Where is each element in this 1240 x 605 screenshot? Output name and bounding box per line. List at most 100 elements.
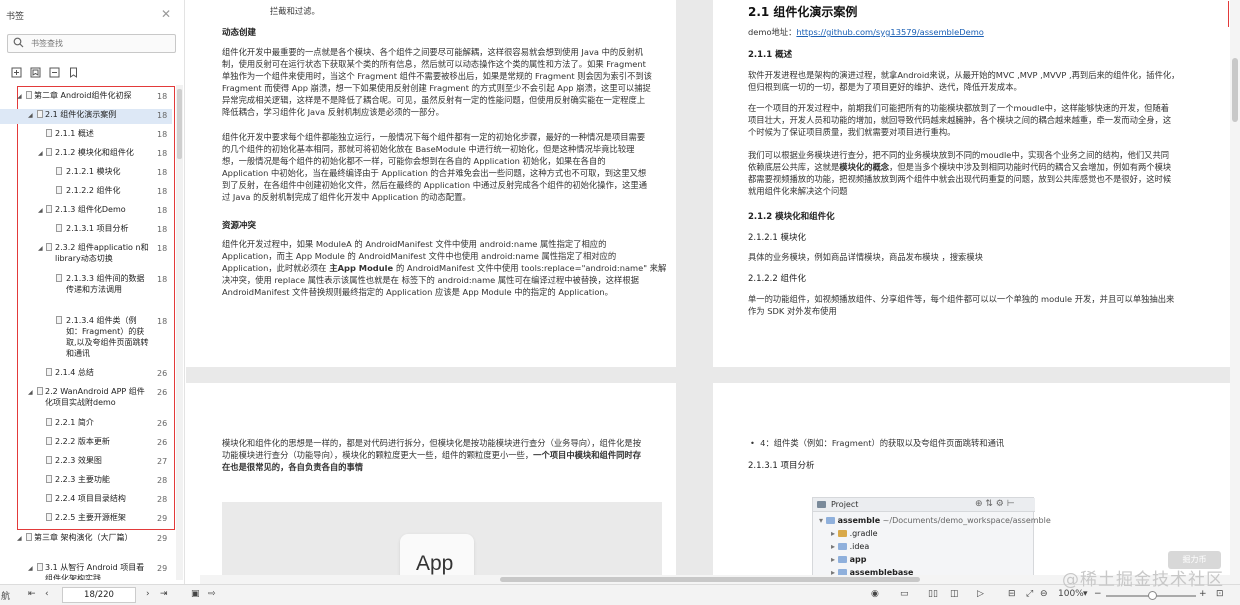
text-line: 作为 SDK 对外发布使用 <box>748 306 837 316</box>
toc-item[interactable]: 2.2.1 简介 26 <box>0 417 172 432</box>
text-line: 降低耦合，学习组件化 Java 反射机制应该是必须的一部分。 <box>222 107 444 117</box>
expand-toggle-icon[interactable]: ◢ <box>17 533 22 544</box>
text-line: AndroidManifest 文件替换规则最终指定的 Application … <box>222 287 613 297</box>
zoom-slider[interactable] <box>1106 591 1196 600</box>
text-line: 在也是很常见的，各自负责各自的事情 <box>222 462 364 472</box>
toc-item-label: 3.1 从智行 Android 项目看组件化架构实践 <box>45 563 145 580</box>
nav-label: 航 <box>1 592 11 602</box>
heading-2121: 2.1.2.1 模块化 <box>748 233 806 243</box>
text-line: 在一个项目的开发过程中，前期我们可能把所有的功能模块都放到了一个moudle中，… <box>748 103 1170 113</box>
demo-link[interactable]: https://github.com/syg13579/assembleDemo <box>796 27 983 37</box>
document-icon <box>56 224 62 232</box>
double-page-icon[interactable]: ▯▯ <box>928 589 938 599</box>
expand-toggle-icon[interactable]: ◢ <box>38 205 43 216</box>
play-icon[interactable]: ▷ <box>977 589 984 599</box>
expand-toggle-icon[interactable]: ◢ <box>28 563 33 574</box>
toc-item[interactable]: 2.1.3.4 组件类（例如：Fragment）的获取,以及夸组件页面跳转和通讯… <box>0 315 172 374</box>
toc-item[interactable]: ◢ 2.1 组件化演示案例 18 <box>0 109 172 124</box>
toc-item-label: 2.1.3.4 组件类（例如：Fragment）的获取,以及夸组件页面跳转和通讯 <box>66 316 149 358</box>
zoom-level[interactable]: 100% <box>1058 589 1084 599</box>
document-view[interactable]: 拦截和过滤。 动态创建 组件化开发中最重要的一点就是各个模块、各个组件之间要尽可… <box>186 0 1230 594</box>
expand-toggle-icon[interactable]: ◢ <box>17 91 22 102</box>
bookmark-sidebar: 书签 ✕ ◢第二章 Android组件化初探18◢2.1 组件化演示案例182.… <box>0 0 185 605</box>
expand-toggle-icon[interactable]: ◢ <box>28 387 33 398</box>
zoom-slider-handle[interactable] <box>1148 591 1157 600</box>
toc-item-page: 18 <box>157 244 168 253</box>
expand-toggle-icon[interactable]: ◢ <box>38 148 43 159</box>
toc-item[interactable]: ◢ 第三章 架构演化（大厂篇） 29 <box>0 532 172 547</box>
bookmark-icon[interactable] <box>68 63 79 78</box>
sidebar-scrollbar[interactable] <box>176 85 183 580</box>
fit-width-icon[interactable]: ⊡ <box>1216 589 1224 599</box>
next-page-icon[interactable]: › <box>146 589 150 599</box>
toc-item-page: 28 <box>157 495 168 504</box>
zoom-out-icon-2[interactable]: − <box>1094 589 1102 599</box>
single-page-icon[interactable]: ▭ <box>900 589 909 599</box>
zoom-dropdown-icon[interactable]: ▾ <box>1083 589 1088 599</box>
vertical-scrollbar[interactable] <box>1230 0 1240 584</box>
toc-item[interactable]: 2.2.3 效果图 27 <box>0 455 172 470</box>
section-title: 2.1 组件化演示案例 <box>748 5 858 19</box>
text-line: Fragment 而使得 App 崩溃，想一下如果使用反射创建 Fragment… <box>222 83 651 93</box>
toc-item-label: 2.1.2 模块化和组件化 <box>55 148 134 157</box>
fit-page-icon[interactable]: ▣ <box>191 589 200 599</box>
add-bookmark-icon[interactable] <box>30 63 41 78</box>
toc-item[interactable]: ◢ 3.1 从智行 Android 项目看组件化架构实践 29 <box>0 562 172 580</box>
status-bar: 航 ⇤ ‹ 18/220 › ⇥ ▣ ⇨ ◉ ▭ ▯▯ ◫ ▷ ⊟ ⤢ ⊖ 10… <box>0 584 1240 605</box>
expand-toggle-icon[interactable]: ◢ <box>38 243 43 254</box>
text-line: 但归根到底一切的一切，都是为了项目更好的维护、迭代，降低开发成本。 <box>748 82 1022 92</box>
toc-item-page: 18 <box>157 317 168 326</box>
zoom-in-icon[interactable]: + <box>1199 589 1207 599</box>
toc-item-page: 18 <box>157 275 168 284</box>
continuous-icon[interactable]: ⊟ <box>1008 589 1016 599</box>
pdf-reader-window: 书签 ✕ ◢第二章 Android组件化初探18◢2.1 组件化演示案例182.… <box>0 0 1240 605</box>
eye-protect-icon[interactable]: ◉ <box>871 589 879 599</box>
page-number-input[interactable]: 18/220 <box>62 587 136 603</box>
toc-item[interactable]: 2.2.2 版本更新 26 <box>0 436 172 451</box>
project-panel-header: Project ⊕ ⇅ ⚙ ⊢ <box>813 498 1035 512</box>
fullscreen-icon[interactable]: ⤢ <box>1026 589 1033 599</box>
toc-item[interactable]: ◢ 2.1.3 组件化Demo 18 <box>0 204 172 219</box>
project-icon <box>817 501 826 508</box>
toc-item-label: 2.1.2.2 组件化 <box>66 186 121 195</box>
toc-item-label: 2.1.4 总结 <box>55 368 94 377</box>
document-icon <box>46 418 52 426</box>
toc-item-page: 18 <box>157 168 168 177</box>
toc-item-label: 2.2.2 版本更新 <box>55 437 110 446</box>
toc-item[interactable]: ◢ 2.1.2 模块化和组件化 18 <box>0 147 172 162</box>
text-line: 想，一般情况是每个组件的初始化都不一样，可能你会想到在各自的 Applicati… <box>222 156 606 166</box>
toc-item[interactable]: 2.2.5 主要开源框架 29 <box>0 512 172 527</box>
toc-item[interactable]: 2.2.4 项目目录结构 28 <box>0 493 172 508</box>
page-left-bottom: 模块化和组件化的思想是一样的，都是对代码进行拆分，但模块化是按功能模块进行查分（… <box>186 383 676 594</box>
prev-page-icon[interactable]: ‹ <box>45 589 49 599</box>
document-icon <box>46 129 52 137</box>
toc-item[interactable]: 2.1.1 概述 18 <box>0 128 172 143</box>
expand-toggle-icon[interactable]: ◢ <box>28 110 33 121</box>
document-icon <box>46 148 52 156</box>
toc-item-label: 第三章 架构演化（大厂篇） <box>34 533 133 542</box>
document-icon <box>56 274 62 282</box>
bookmark-search-field[interactable] <box>7 34 176 53</box>
project-tree-image: Project ⊕ ⇅ ⚙ ⊢ ▾ assemble ~/Documents/d… <box>812 497 1051 585</box>
chevron-down-icon: ▾ <box>819 516 826 525</box>
book-view-icon[interactable]: ◫ <box>950 589 959 599</box>
toc-item-label: 2.2.3 主要功能 <box>55 475 110 484</box>
text-line: 就用组件化来解决这个问题 <box>748 186 848 196</box>
toc-item[interactable]: 2.1.4 总结 26 <box>0 367 172 382</box>
rotate-page-icon[interactable]: ⇨ <box>208 589 216 599</box>
toc-item[interactable]: 2.2.3 主要功能 28 <box>0 474 172 489</box>
toc-item[interactable]: 2.1.3.3 组件间的数据传递和方法调用 18 <box>0 273 172 310</box>
folder-icon <box>837 530 847 537</box>
search-input[interactable] <box>31 37 171 50</box>
zoom-out-icon[interactable]: ⊖ <box>1040 589 1048 599</box>
document-icon <box>46 205 52 213</box>
first-page-icon[interactable]: ⇤ <box>28 589 36 599</box>
last-page-icon[interactable]: ⇥ <box>160 589 168 599</box>
expand-all-icon[interactable] <box>11 63 22 78</box>
bookmark-toolbar <box>11 63 79 78</box>
delete-bookmark-icon[interactable] <box>49 63 60 78</box>
document-icon <box>46 368 52 376</box>
close-icon[interactable]: ✕ <box>161 7 171 21</box>
document-icon <box>37 110 43 118</box>
toc-item-label: 2.1.3.1 项目分析 <box>66 224 129 233</box>
